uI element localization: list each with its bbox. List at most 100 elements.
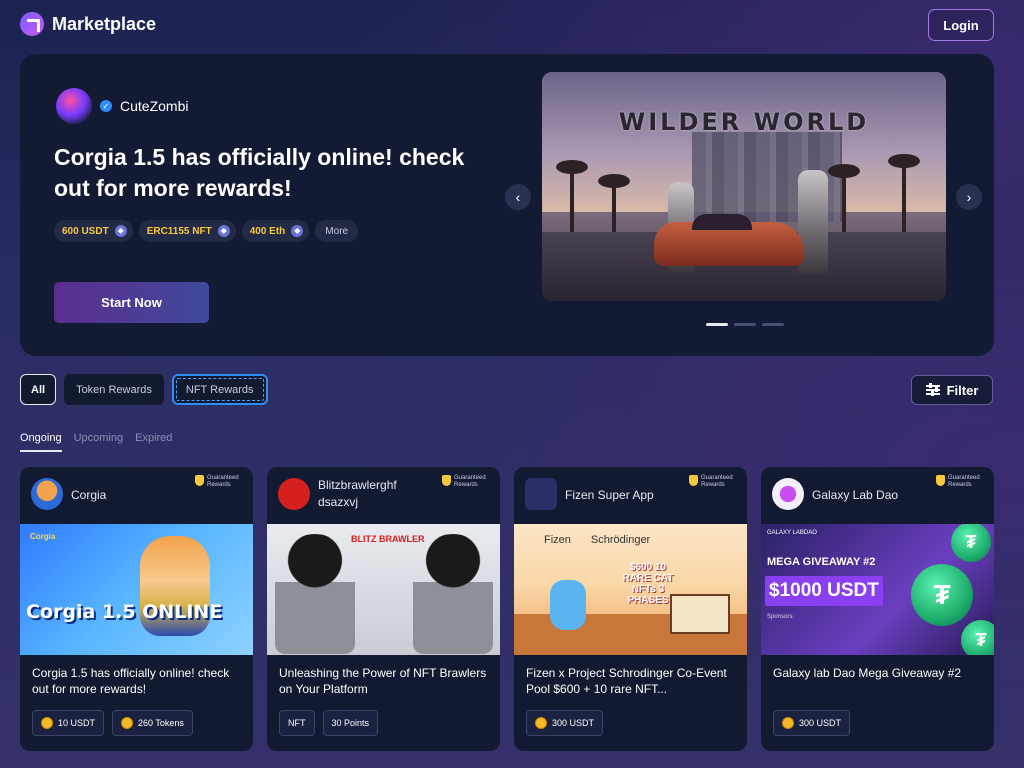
tether-coin-icon: ₮ <box>961 620 994 655</box>
sliders-icon <box>925 383 940 396</box>
carousel-dot[interactable] <box>734 323 756 326</box>
sports-car <box>654 214 804 266</box>
reward-tag-label: 300 USDT <box>552 718 595 728</box>
carousel-dots <box>706 323 784 326</box>
brawler-character <box>413 534 493 654</box>
guaranteed-text: Guaranteed Rewards <box>454 475 486 488</box>
reward-tag-label: 30 Points <box>331 718 370 728</box>
coin-icon <box>782 717 794 729</box>
creator-name: CuteZombi <box>120 98 189 114</box>
card-image[interactable]: GALAXY LABDAO MEGA GIVEAWAY #2 $1000 USD… <box>761 524 994 655</box>
campaign-cards: Corgia Guaranteed Rewards Corgia Corgia … <box>20 467 994 751</box>
image-headline: Corgia 1.5 ONLINE <box>26 601 223 623</box>
start-now-button[interactable]: Start Now <box>54 282 209 323</box>
guaranteed-text: Guaranteed Rewards <box>701 475 733 488</box>
tab-token-rewards[interactable]: Token Rewards <box>64 374 164 405</box>
guaranteed-badge: Guaranteed Rewards <box>442 475 490 489</box>
guaranteed-text: Guaranteed Rewards <box>207 475 239 488</box>
card-header: Corgia Guaranteed Rewards <box>20 467 253 524</box>
token-icon: ◆ <box>114 225 127 237</box>
reward-chip: ERC1155 NFT ◆ <box>138 220 236 242</box>
shield-icon <box>442 475 451 486</box>
campaign-card[interactable]: Galaxy Lab Dao Guaranteed Rewards GALAXY… <box>761 467 994 751</box>
project-avatar <box>525 478 557 510</box>
brand-schrodinger: Schrödinger <box>590 534 651 546</box>
reward-tag: NFT <box>279 710 315 736</box>
tab-all[interactable]: All <box>20 374 57 405</box>
guaranteed-badge: Guaranteed Rewards <box>195 475 243 489</box>
reward-tag-label: 300 USDT <box>799 718 842 728</box>
project-name: Blitzbrawlerghf dsazxvj <box>318 478 397 509</box>
brand-fizen: Fizen <box>544 534 571 546</box>
project-name: Corgia <box>71 488 107 502</box>
project-avatar <box>31 478 63 510</box>
card-image[interactable]: Fizen Schrödinger $600 10 RARE CAT NFTs … <box>514 524 747 655</box>
project-avatar <box>278 478 310 510</box>
guaranteed-badge: Guaranteed Rewards <box>689 475 737 489</box>
card-rewards: 10 USDT 260 Tokens <box>32 710 193 736</box>
reward-tag: 300 USDT <box>526 710 604 736</box>
card-header: Galaxy Lab Dao Guaranteed Rewards <box>761 467 994 524</box>
campaign-card[interactable]: Corgia Guaranteed Rewards Corgia Corgia … <box>20 467 253 751</box>
carousel-prev-button[interactable]: ‹ <box>505 184 531 210</box>
ethereum-icon: ◆ <box>291 225 304 237</box>
image-badge: GALAXY LABDAO <box>767 530 817 536</box>
brawler-character <box>275 534 355 654</box>
reward-tag: 30 Points <box>322 710 379 736</box>
cat-character <box>550 580 586 630</box>
reward-chip: 600 USDT ◆ <box>54 220 133 242</box>
carousel-dot[interactable] <box>762 323 784 326</box>
coin-icon <box>41 717 53 729</box>
chevron-left-icon: ‹ <box>515 189 521 205</box>
carousel-next-button[interactable]: › <box>956 184 982 210</box>
card-title: Unleashing the Power of NFT Brawlers on … <box>279 666 487 696</box>
image-brand: Corgia <box>30 532 56 541</box>
campaign-card[interactable]: Blitzbrawlerghf dsazxvj Guaranteed Rewar… <box>267 467 500 751</box>
project-name: Fizen Super App <box>565 488 654 502</box>
carousel-slide[interactable]: WILDER WORLD <box>542 72 946 301</box>
hero-creator[interactable]: ✓ CuteZombi <box>56 88 188 124</box>
reward-tag-label: 260 Tokens <box>138 718 184 728</box>
reward-type-tabs: All Token Rewards NFT Rewards <box>20 374 268 405</box>
hero-reward-chips: 600 USDT ◆ ERC1155 NFT ◆ 400 Eth ◆ More <box>54 220 359 242</box>
truck-illustration <box>670 594 730 634</box>
coin-icon <box>535 717 547 729</box>
app-title: Marketplace <box>52 13 157 34</box>
image-headline: MEGA GIVEAWAY #2 <box>767 556 876 568</box>
image-sponsors: Sponsors: <box>767 614 795 620</box>
more-rewards-button[interactable]: More <box>315 220 359 242</box>
card-title: Galaxy lab Dao Mega Giveaway #2 <box>773 666 962 680</box>
tether-coin-icon: ₮ <box>951 524 991 562</box>
marketplace-logo-icon <box>20 12 44 36</box>
image-prize: $1000 USDT <box>765 576 883 606</box>
tab-expired[interactable]: Expired <box>135 432 172 452</box>
project-name: Galaxy Lab Dao <box>812 488 899 502</box>
carousel-dot-active[interactable] <box>706 323 728 326</box>
image-headline: BLITZ BRAWLER <box>351 534 425 544</box>
card-rewards: 300 USDT <box>526 710 604 736</box>
reward-chip-label: ERC1155 NFT <box>146 225 212 237</box>
top-bar: Marketplace Login <box>0 0 1024 52</box>
shield-icon <box>936 475 945 486</box>
card-image[interactable]: Corgia Corgia 1.5 ONLINE <box>20 524 253 655</box>
tab-nft-rewards[interactable]: NFT Rewards <box>171 374 268 405</box>
ethereum-icon: ◆ <box>217 225 230 237</box>
creator-avatar <box>56 88 92 124</box>
login-button[interactable]: Login <box>928 9 994 41</box>
reward-tag: 300 USDT <box>773 710 851 736</box>
tab-ongoing[interactable]: Ongoing <box>20 432 62 452</box>
card-header: Fizen Super App Guaranteed Rewards <box>514 467 747 524</box>
campaign-card[interactable]: Fizen Super App Guaranteed Rewards Fizen… <box>514 467 747 751</box>
shield-icon <box>689 475 698 486</box>
reward-tag: 260 Tokens <box>112 710 193 736</box>
card-title: Corgia 1.5 has officially online! check … <box>32 666 230 696</box>
tab-upcoming[interactable]: Upcoming <box>74 432 124 452</box>
reward-tag: 10 USDT <box>32 710 105 736</box>
shield-icon <box>195 475 204 486</box>
card-image[interactable]: BLITZ BRAWLER <box>267 524 500 655</box>
verified-badge-icon: ✓ <box>100 100 112 112</box>
card-header: Blitzbrawlerghf dsazxvj Guaranteed Rewar… <box>267 467 500 524</box>
filter-button[interactable]: Filter <box>911 375 993 405</box>
logo[interactable]: Marketplace <box>20 12 156 36</box>
reward-chip: 400 Eth ◆ <box>241 220 310 242</box>
